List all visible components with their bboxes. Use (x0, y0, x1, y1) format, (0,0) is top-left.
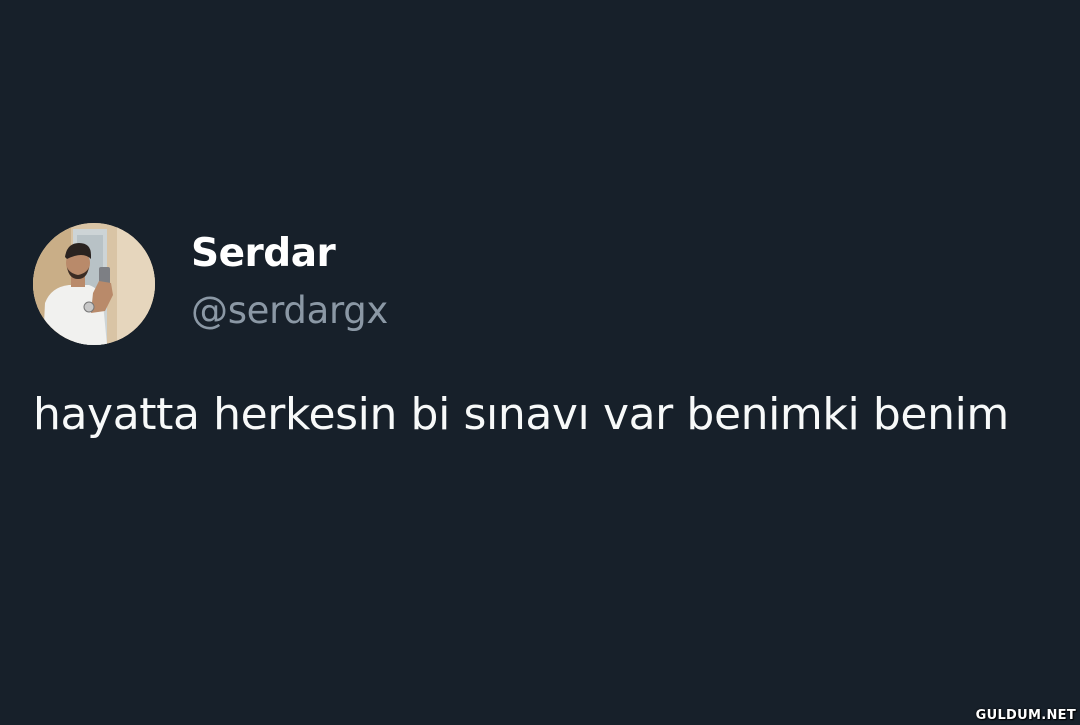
tweet-text: hayatta herkesin bi sınavı var benimki b… (33, 389, 1009, 440)
tweet-card: Serdar @serdargx hayatta herkesin bi sın… (0, 0, 1080, 725)
avatar-photo (33, 223, 155, 345)
watermark: GULDUM.NET (975, 708, 1076, 723)
user-handle[interactable]: @serdargx (191, 289, 388, 333)
avatar[interactable] (33, 223, 155, 345)
display-name[interactable]: Serdar (191, 231, 336, 277)
